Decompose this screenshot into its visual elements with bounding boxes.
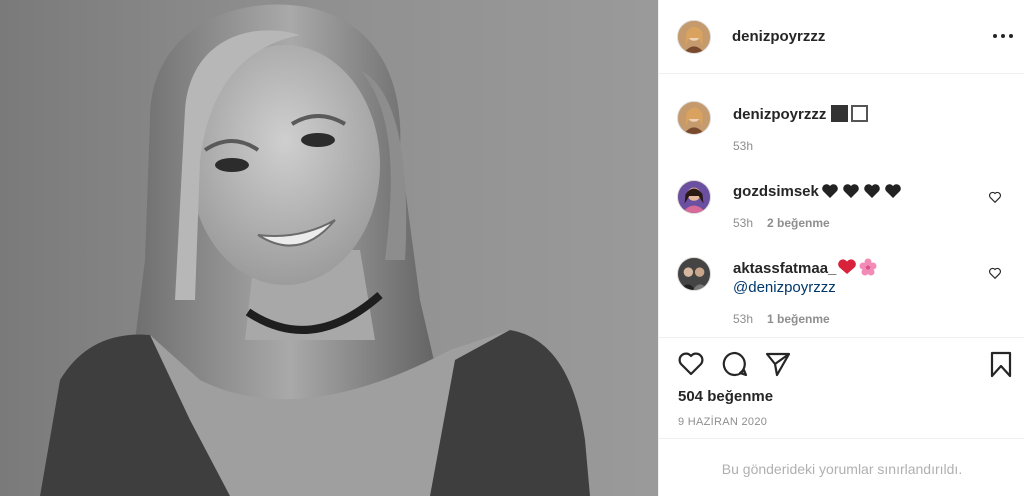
- comment-time[interactable]: 53h: [733, 216, 753, 230]
- comment-mention-link[interactable]: @denizpoyrzzz: [733, 279, 836, 296]
- caption-avatar[interactable]: [677, 101, 711, 135]
- more-options-icon[interactable]: [993, 30, 1013, 42]
- comment-username[interactable]: gozdsimsek: [733, 183, 819, 200]
- portrait-image: [40, 4, 590, 496]
- caption-username[interactable]: denizpoyrzzz: [733, 106, 826, 123]
- comment-likes[interactable]: 1 beğenme: [767, 312, 830, 326]
- post-side-panel: denizpoyrzzz denizpoyrzzz 53h gozdsimsek…: [658, 0, 1024, 496]
- action-divider: [659, 337, 1024, 338]
- comment-likes[interactable]: 2 beğenme: [767, 216, 830, 230]
- black-heart-emojis: [822, 184, 901, 198]
- heart-and-flower-emojis: [838, 258, 877, 276]
- author-avatar[interactable]: [677, 20, 711, 54]
- comment-time[interactable]: 53h: [733, 312, 753, 326]
- author-username[interactable]: denizpoyrzzz: [732, 28, 825, 45]
- white-square-emoji: [851, 105, 868, 123]
- caption-time[interactable]: 53h: [733, 139, 753, 153]
- post-header: denizpoyrzzz: [659, 0, 1024, 74]
- comment-footer: Bu gönderideki yorumlar sınırlandırıldı.: [659, 438, 1024, 496]
- like-count[interactable]: 504 beğenme: [678, 388, 773, 405]
- comment-like-heart-icon[interactable]: [988, 266, 1002, 280]
- comment-username[interactable]: aktassfatmaa_: [733, 260, 836, 277]
- comment-avatar[interactable]: [677, 257, 711, 291]
- share-icon[interactable]: [764, 350, 792, 378]
- comments-restricted-text: Bu gönderideki yorumlar sınırlandırıldı.: [721, 461, 963, 477]
- post-date[interactable]: 9 HAZİRAN 2020: [678, 416, 767, 428]
- post-photo: [0, 0, 658, 496]
- bookmark-icon[interactable]: [987, 350, 1015, 378]
- caption-emojis: [831, 105, 871, 123]
- comment-icon[interactable]: [721, 350, 749, 378]
- heart-icon[interactable]: [677, 350, 705, 378]
- comment-avatar[interactable]: [677, 180, 711, 214]
- black-square-emoji: [831, 105, 848, 123]
- comment-like-heart-icon[interactable]: [988, 190, 1002, 204]
